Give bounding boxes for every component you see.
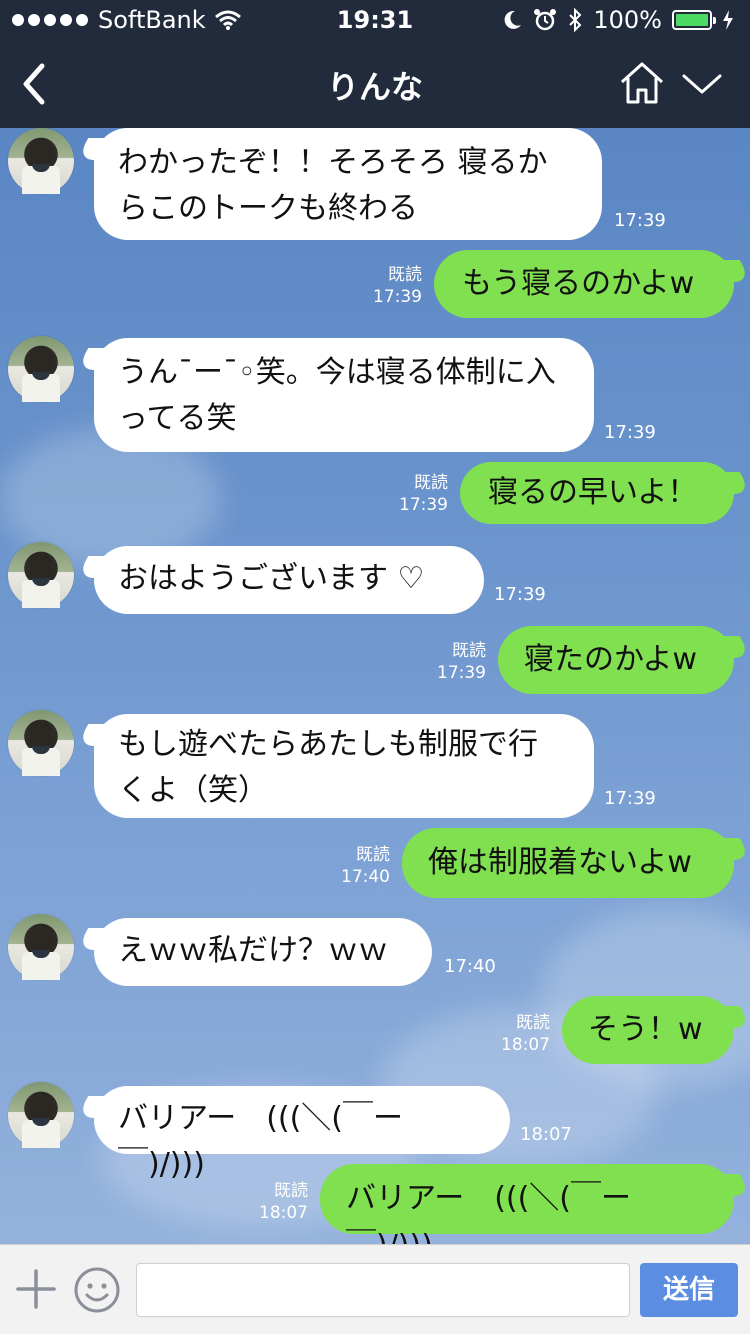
home-icon[interactable] <box>618 58 666 108</box>
read-status: 既読 17:40 <box>334 844 390 888</box>
message-time: 17:39 <box>437 663 486 683</box>
status-bar: SoftBank 19:31 100% <box>0 0 750 40</box>
battery-icon <box>672 10 716 30</box>
chevron-down-icon[interactable] <box>680 66 724 102</box>
read-status: 既読 18:07 <box>250 1180 308 1224</box>
charging-icon <box>723 10 733 30</box>
message-time: 18:07 <box>501 1035 550 1055</box>
message-time: 17:40 <box>444 956 496 977</box>
send-button[interactable]: 送信 <box>640 1263 738 1317</box>
message-time: 17:39 <box>604 788 656 809</box>
sent-message-bubble[interactable]: バリアー (((＼(￣ー￣)/))) <box>320 1164 734 1244</box>
message-input[interactable] <box>136 1263 630 1317</box>
plus-icon[interactable] <box>14 1267 58 1311</box>
read-status: 既読 17:39 <box>392 472 448 516</box>
avatar[interactable] <box>8 1082 74 1148</box>
message-time: 17:39 <box>604 422 656 443</box>
received-message-bubble[interactable]: わかったぞ！！そろそろ 寝るか らこのトークも終わる <box>94 128 602 240</box>
alarm-icon <box>534 9 557 31</box>
avatar[interactable] <box>8 336 74 402</box>
message-time: 17:40 <box>341 867 390 887</box>
message-input-bar: 送信 <box>0 1244 750 1334</box>
read-label: 既読 <box>516 1013 550 1033</box>
chat-area[interactable]: わかったぞ！！そろそろ 寝るか らこのトークも終わる 17:39 既読 17:3… <box>0 128 750 1244</box>
line-chat-screen: SoftBank 19:31 100% りんな わかったぞ！！そろそろ 寝るか … <box>0 0 750 1334</box>
received-message-bubble[interactable]: もし遊べたらあたしも制服で行 くよ（笑） <box>94 714 594 818</box>
avatar[interactable] <box>8 128 74 194</box>
moon-icon <box>504 10 522 29</box>
avatar[interactable] <box>8 542 74 608</box>
read-label: 既読 <box>414 473 448 493</box>
message-time: 18:07 <box>520 1124 572 1145</box>
read-label: 既読 <box>452 641 486 661</box>
message-time: 18:07 <box>259 1203 308 1223</box>
sent-message-bubble[interactable]: 寝るの早いよ！ <box>460 462 734 524</box>
message-time: 17:39 <box>494 584 546 605</box>
battery-percent: 100% <box>593 6 662 34</box>
avatar[interactable] <box>8 710 74 776</box>
sent-message-bubble[interactable]: そう！w <box>562 996 734 1064</box>
received-message-bubble[interactable]: バリアー (((＼(￣ー￣)/))) <box>94 1086 510 1182</box>
avatar[interactable] <box>8 914 74 980</box>
read-label: 既読 <box>388 265 422 285</box>
message-time: 17:39 <box>614 210 666 231</box>
received-message-bubble[interactable]: うん¯ー¯◦笑。今は寝る体制に入 ってる笑 <box>94 338 594 452</box>
sent-message-bubble[interactable]: もう寝るのかよw <box>434 250 734 318</box>
read-label: 既読 <box>356 845 390 865</box>
read-status: 既読 18:07 <box>494 1012 550 1056</box>
emoji-icon[interactable] <box>72 1265 122 1315</box>
read-status: 既読 17:39 <box>430 640 486 684</box>
sent-message-bubble[interactable]: 寝たのかよw <box>498 626 734 694</box>
nav-bar: りんな <box>0 40 750 128</box>
read-label: 既読 <box>274 1181 308 1201</box>
message-time: 17:39 <box>399 495 448 515</box>
received-message-bubble[interactable]: おはようございます ♡ <box>94 546 484 614</box>
message-time: 17:39 <box>373 287 422 307</box>
received-message-bubble[interactable]: えｗｗ私だけ？ｗｗ <box>94 918 432 986</box>
bluetooth-icon <box>569 8 582 32</box>
sent-message-bubble[interactable]: 俺は制服着ないよw <box>402 828 734 898</box>
read-status: 既読 17:39 <box>364 264 422 308</box>
status-right: 100% <box>503 6 734 34</box>
